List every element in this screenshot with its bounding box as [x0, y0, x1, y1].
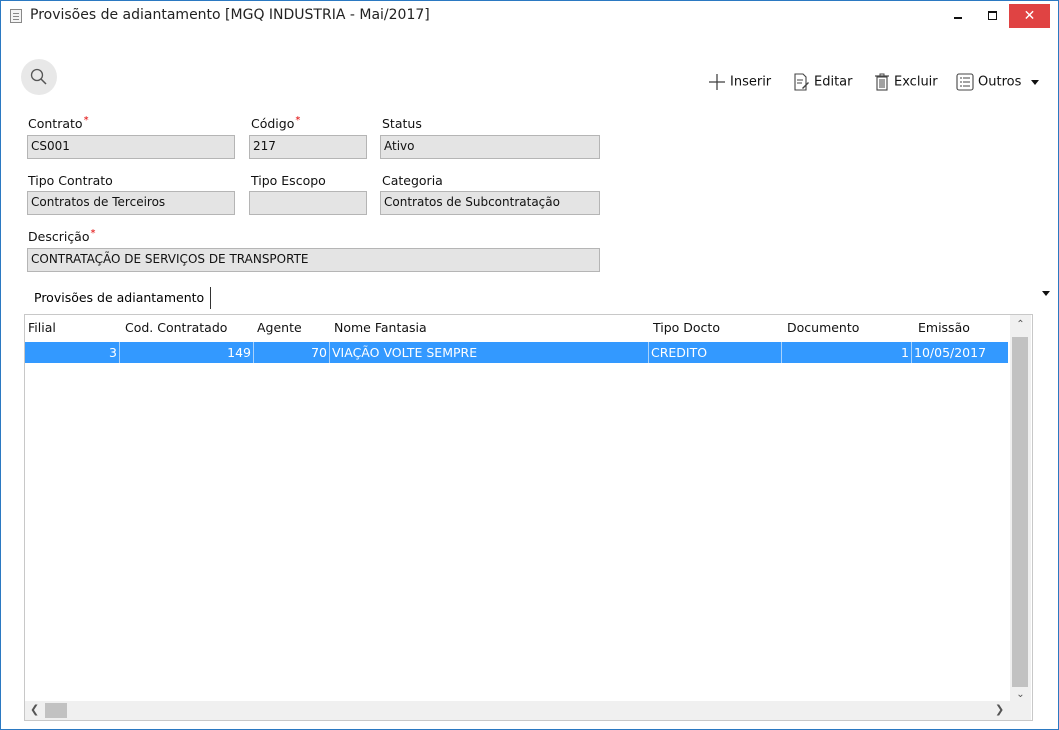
- descricao-label: Descrição*: [28, 228, 96, 244]
- dropdown-arrow-icon: [1030, 80, 1039, 85]
- table-row[interactable]: 3 149 70 VIAÇÃO VOLTE SEMPRE CREDITO 1 1…: [25, 342, 1008, 363]
- search-icon: [30, 68, 47, 85]
- window-title: Provisões de adiantamento [MGQ INDUSTRIA…: [30, 7, 430, 23]
- categoria-field[interactable]: Contratos de Subcontratação: [380, 191, 600, 215]
- delete-label: Excluir: [894, 74, 938, 90]
- cell-documento: 1: [782, 342, 912, 363]
- plus-icon: [709, 74, 725, 90]
- contrato-label: Contrato*: [28, 115, 89, 131]
- edit-label: Editar: [814, 74, 853, 90]
- tab-provisoes[interactable]: Provisões de adiantamento: [28, 287, 212, 309]
- descricao-field[interactable]: CONTRATAÇÃO DE SERVIÇOS DE TRANSPORTE: [27, 248, 600, 272]
- scroll-right-icon[interactable]: ❯: [995, 703, 1004, 716]
- maximize-button[interactable]: [976, 1, 1008, 29]
- cell-agente: 70: [254, 342, 330, 363]
- delete-button[interactable]: Excluir: [874, 73, 938, 91]
- app-icon: [10, 9, 22, 23]
- edit-icon: [794, 73, 809, 91]
- horizontal-scrollbar[interactable]: ❮ ❯: [25, 701, 1010, 720]
- horizontal-scroll-thumb[interactable]: [45, 703, 67, 718]
- close-button[interactable]: ✕: [1009, 4, 1050, 28]
- col-agente[interactable]: Agente: [257, 320, 302, 335]
- more-button[interactable]: Outros: [956, 73, 1044, 91]
- scroll-up-icon[interactable]: ⌃: [1010, 319, 1031, 330]
- grid-header: Filial Cod. Contratado Agente Nome Fanta…: [25, 315, 1032, 341]
- contrato-field[interactable]: CS001: [27, 135, 235, 159]
- codigo-field[interactable]: 217: [249, 135, 367, 159]
- minimize-icon: [954, 17, 962, 19]
- more-label: Outros: [978, 74, 1022, 90]
- tipo-escopo-field[interactable]: [249, 191, 367, 215]
- scroll-left-icon[interactable]: ❮: [30, 703, 39, 716]
- col-emissao[interactable]: Emissão: [918, 320, 970, 335]
- title-bar[interactable]: Provisões de adiantamento [MGQ INDUSTRIA…: [1, 1, 1058, 31]
- insert-label: Inserir: [730, 74, 772, 90]
- edit-button[interactable]: Editar: [792, 73, 853, 91]
- minimize-button[interactable]: [942, 1, 974, 29]
- col-tipo-docto[interactable]: Tipo Docto: [653, 320, 720, 335]
- provisions-grid: Filial Cod. Contratado Agente Nome Fanta…: [24, 314, 1033, 721]
- insert-button[interactable]: Inserir: [708, 73, 771, 91]
- maximize-icon: [987, 10, 997, 20]
- list-icon: [956, 73, 974, 91]
- window: Provisões de adiantamento [MGQ INDUSTRIA…: [0, 0, 1059, 730]
- cell-emissao: 10/05/2017: [914, 345, 987, 360]
- cell-filial: 3: [25, 342, 120, 363]
- tab-dropdown-icon[interactable]: [1042, 291, 1050, 296]
- col-cod-contratado[interactable]: Cod. Contratado: [125, 320, 227, 335]
- codigo-label: Código*: [251, 115, 301, 131]
- col-nome-fantasia[interactable]: Nome Fantasia: [334, 320, 427, 335]
- search-button[interactable]: [21, 59, 57, 95]
- cell-tipo-docto: CREDITO: [649, 342, 782, 363]
- col-documento[interactable]: Documento: [787, 320, 859, 335]
- cell-nome-fantasia: VIAÇÃO VOLTE SEMPRE: [330, 342, 649, 363]
- col-filial[interactable]: Filial: [28, 320, 56, 335]
- cell-cod-contratado: 149: [120, 342, 254, 363]
- scroll-corner: [1010, 701, 1031, 720]
- status-label: Status: [382, 116, 422, 131]
- vertical-scrollbar[interactable]: ⌃ ⌄: [1010, 315, 1031, 707]
- tab-bar: Provisões de adiantamento: [28, 287, 212, 309]
- tipo-contrato-field[interactable]: Contratos de Terceiros: [27, 191, 235, 215]
- status-field[interactable]: Ativo: [380, 135, 600, 159]
- categoria-label: Categoria: [382, 173, 443, 188]
- trash-icon: [875, 73, 889, 91]
- tipo-contrato-label: Tipo Contrato: [28, 173, 113, 188]
- vertical-scroll-thumb[interactable]: [1012, 337, 1028, 687]
- tipo-escopo-label: Tipo Escopo: [251, 173, 326, 188]
- scroll-down-icon[interactable]: ⌄: [1010, 689, 1031, 700]
